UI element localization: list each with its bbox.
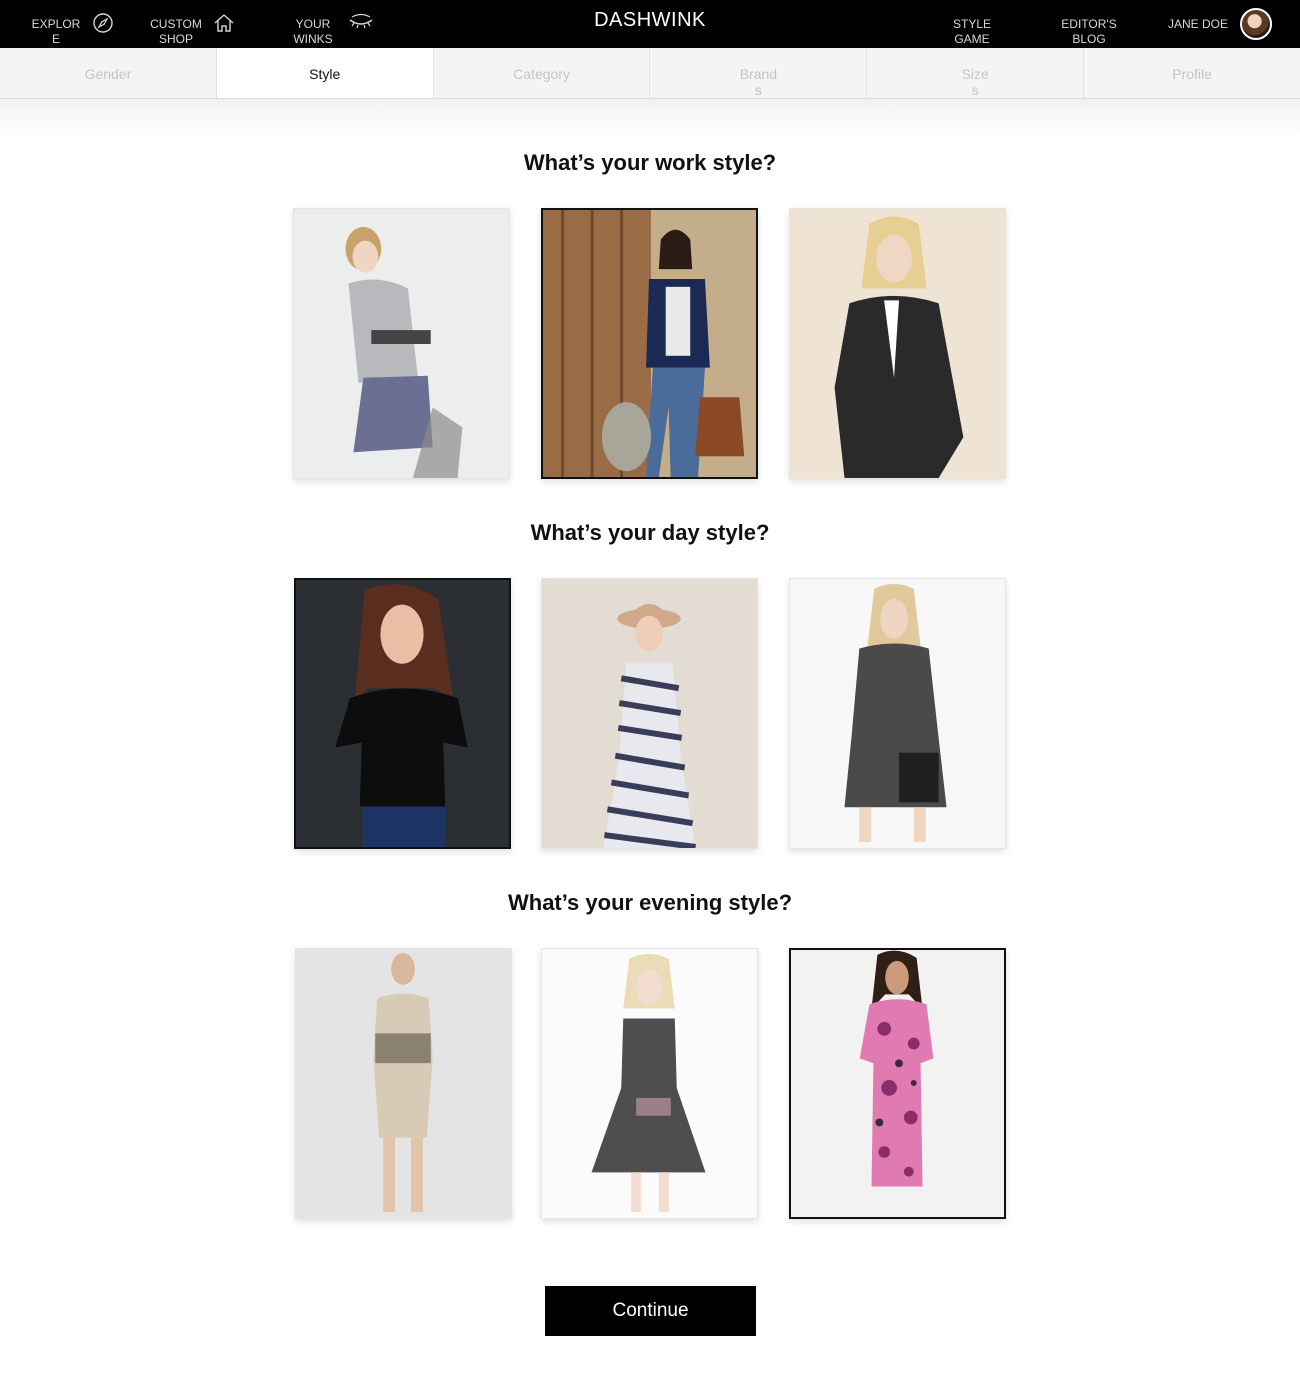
day-outfit-striped-dress-image [542,579,757,848]
tab-profile[interactable]: Profile [1084,48,1300,98]
nav-editors-blog-label: EDITOR'S BLOG [1061,17,1117,46]
nav-style-game-label: STYLE GAME [952,17,991,46]
work-outfit-blazer-jeans-image [543,210,756,477]
tab-profile-label: Profile [1172,66,1212,82]
step-tabs: Gender Style Category Brands Sizes Profi… [0,48,1300,99]
avatar [1240,8,1272,40]
evening-outfit-metallic-dress-image [296,949,511,1218]
day-style-option-1[interactable] [294,578,511,849]
work-style-option-3[interactable] [789,208,1006,479]
work-style-heading: What’s your work style? [523,150,777,175]
tab-gender-label: Gender [84,66,132,82]
day-style-option-3[interactable] [789,578,1006,849]
continue-button[interactable]: Continue [545,1286,756,1336]
tab-style-label: Style [309,66,341,82]
day-style-heading: What’s your day style? [530,520,770,545]
work-outfit-cardigan-image [294,209,509,478]
evening-style-heading: What’s your evening style? [507,890,793,915]
tab-category-label: Category [513,66,570,82]
tab-sizes-label: Sizes [961,66,989,98]
user-name: JANE DOE [1167,17,1228,31]
day-outfit-black-tee-image [296,580,509,847]
tab-gender[interactable]: Gender [0,48,217,98]
evening-outfit-black-dress-image [542,949,757,1218]
header-shadow [0,99,1300,139]
evening-style-option-3[interactable] [789,948,1006,1219]
tab-style[interactable]: Style [216,48,434,98]
work-style-option-1[interactable] [293,208,510,479]
top-nav-bar: EXPLORE CUSTOM SHOP YOUR WINKS DASHWINK … [0,0,1300,48]
tab-brands-label: Brands [739,66,778,98]
tab-brands[interactable]: Brands [650,48,868,98]
day-style-option-2[interactable] [541,578,758,849]
work-outfit-black-suit-image [790,209,1005,478]
nav-style-game[interactable]: STYLE GAME [946,17,998,47]
evening-style-option-2[interactable] [541,948,758,1219]
evening-style-option-1[interactable] [295,948,512,1219]
nav-editors-blog[interactable]: EDITOR'S BLOG [1058,17,1120,47]
tab-category[interactable]: Category [434,48,651,98]
day-outfit-leather-dress-image [790,579,1005,848]
evening-outfit-floral-dress-image [791,950,1004,1217]
user-menu[interactable]: JANE DOE [1168,8,1272,40]
work-style-option-2[interactable] [541,208,758,479]
tab-sizes[interactable]: Sizes [867,48,1085,98]
